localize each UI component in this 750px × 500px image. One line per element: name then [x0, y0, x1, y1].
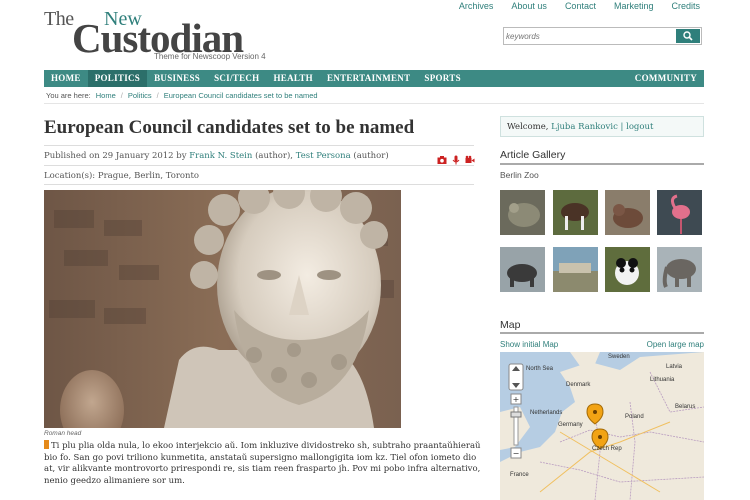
gallery-thumb-panda[interactable] [605, 247, 650, 292]
user-link[interactable]: Ljuba Rankovic [551, 122, 618, 132]
location-marker-icon [44, 440, 49, 449]
author-role-1: (author), [255, 151, 294, 161]
article-location: Location(s): Prague, Berlin, Toronto [44, 171, 200, 181]
svg-text:+: + [513, 395, 520, 404]
show-initial-map-link[interactable]: Show initial Map [500, 340, 558, 349]
main-nav: HOME POLITICS BUSINESS SCI/TECH HEALTH E… [44, 70, 704, 87]
article-title: European Council candidates set to be na… [44, 117, 415, 138]
author-link-2[interactable]: Test Persona [296, 151, 351, 161]
breadcrumb-politics[interactable]: Politics [128, 91, 152, 100]
nav-sports[interactable]: SPORTS [417, 70, 468, 87]
breadcrumb-divider [44, 103, 704, 104]
divider [500, 163, 704, 165]
breadcrumb-home[interactable]: Home [96, 91, 116, 100]
map-links: Show initial Map Open large map [500, 340, 704, 349]
top-link-marketing[interactable]: Marketing [614, 1, 654, 11]
top-link-archives[interactable]: Archives [459, 1, 494, 11]
article-byline: Published on 29 January 2012 by Frank N.… [44, 151, 389, 161]
photo-caption: Roman head [44, 430, 82, 437]
microphone-icon[interactable] [451, 150, 461, 165]
map-label: Germany [558, 422, 583, 428]
nav-health[interactable]: HEALTH [266, 70, 319, 87]
welcome-text: Welcome, [507, 122, 549, 132]
gallery-subtitle: Berlin Zoo [500, 170, 539, 180]
svg-text:−: − [513, 449, 520, 458]
article-body: Ti plu plia olda nula, lo ekoo interjekc… [44, 440, 484, 487]
breadcrumb-prefix: You are here: [46, 91, 91, 100]
map-label: Lithuania [650, 377, 675, 383]
map-label: North Sea [526, 366, 554, 372]
gallery-thumb-reptile[interactable] [500, 190, 545, 235]
open-large-map-link[interactable]: Open large map [647, 340, 704, 349]
gallery-thumb-flamingo[interactable] [657, 190, 702, 235]
divider [44, 145, 474, 146]
gallery-thumb-bear[interactable] [500, 247, 545, 292]
map-label: Denmark [566, 382, 591, 388]
map-widget[interactable]: + − North Sea Latvia Lithuania Belarus N… [500, 352, 704, 500]
camera-icon[interactable] [437, 150, 447, 164]
media-icons [437, 150, 475, 165]
top-link-credits[interactable]: Credits [671, 1, 700, 11]
search-button[interactable] [676, 29, 700, 43]
search-box [503, 27, 702, 45]
search-icon [683, 31, 693, 41]
breadcrumb-current[interactable]: European Council candidates set to be na… [164, 91, 318, 100]
nav-scitech[interactable]: SCI/TECH [207, 70, 266, 87]
site-logo[interactable]: The New Custodian Theme for Newscoop Ver… [44, 6, 266, 64]
gallery-title: Article Gallery [500, 149, 566, 161]
gallery-thumb-animal[interactable] [605, 190, 650, 235]
welcome-box: Welcome, Ljuba Rankovic | logout [500, 116, 704, 137]
gallery-thumb-okapi[interactable] [553, 190, 598, 235]
breadcrumb: You are here: Home / Politics / European… [46, 91, 318, 100]
divider [500, 332, 704, 334]
author-role-2: (author) [353, 151, 389, 161]
map-label: France [510, 472, 529, 478]
top-link-about[interactable]: About us [511, 1, 547, 11]
map-label: Netherlands [530, 410, 563, 416]
nav-community[interactable]: COMMUNITY [628, 70, 704, 87]
gallery-thumb-elephant[interactable] [657, 247, 702, 292]
map-label: Belarus [675, 404, 696, 410]
author-link-1[interactable]: Frank N. Stein [189, 151, 252, 161]
divider [44, 165, 474, 166]
nav-business[interactable]: BUSINESS [147, 70, 207, 87]
map-label: Sweden [608, 354, 630, 360]
video-camera-icon[interactable] [465, 150, 475, 163]
nav-politics[interactable]: POLITICS [87, 70, 148, 87]
top-link-contact[interactable]: Contact [565, 1, 596, 11]
map-label: Latvia [666, 364, 683, 370]
top-links: Archives About us Contact Marketing Cred… [459, 1, 700, 11]
map-label: Czech Rep [592, 446, 622, 452]
map-label: Poland [625, 414, 644, 420]
article-text: Ti plu plia olda nula, lo ekoo interjekc… [44, 441, 481, 486]
logo-tagline: Theme for Newscoop Version 4 [154, 52, 266, 61]
breadcrumb-separator: / [156, 91, 159, 100]
breadcrumb-separator: / [120, 91, 123, 100]
gallery-thumb-enclosure[interactable] [553, 247, 598, 292]
map-title: Map [500, 319, 521, 331]
article-photo[interactable] [44, 190, 401, 428]
divider [44, 184, 474, 185]
logo-the: The [44, 8, 74, 30]
logout-link[interactable]: | logout [621, 122, 654, 132]
nav-entertainment[interactable]: ENTERTAINMENT [320, 70, 417, 87]
nav-home[interactable]: HOME [44, 70, 88, 87]
search-input[interactable] [506, 30, 674, 42]
published-text: Published on 29 January 2012 by [44, 151, 187, 161]
